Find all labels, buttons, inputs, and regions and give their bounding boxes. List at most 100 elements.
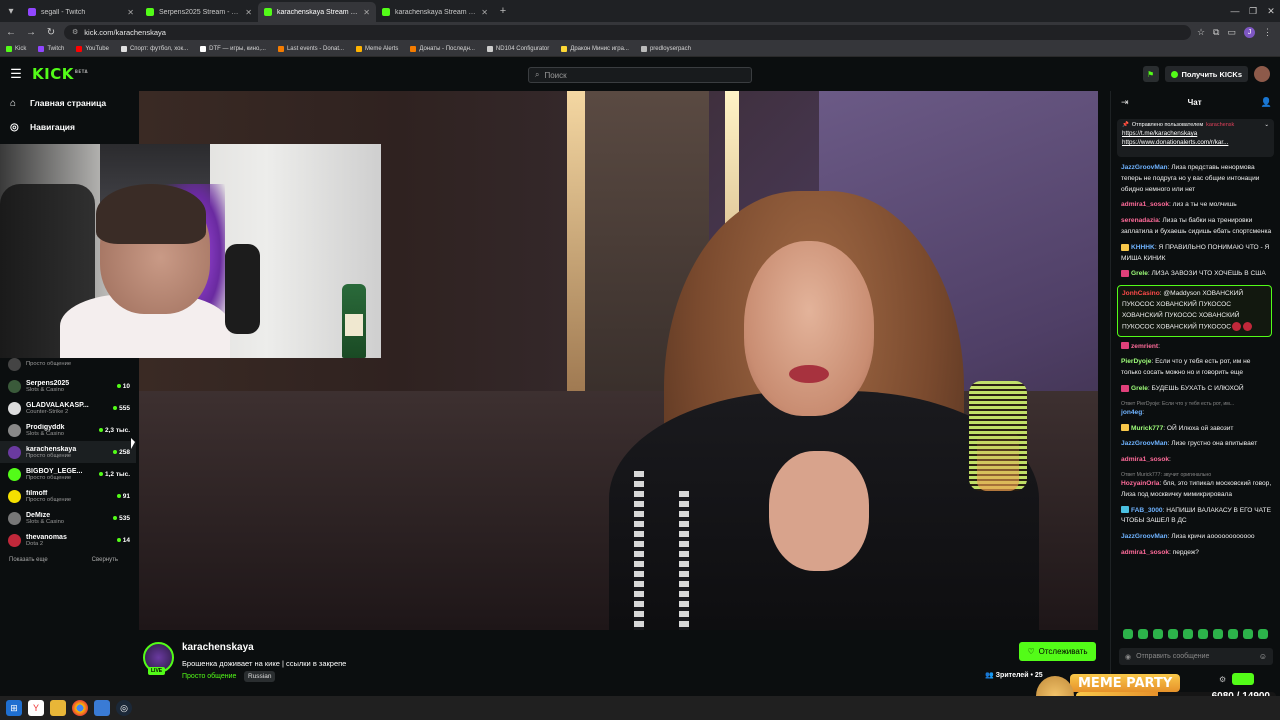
tab-close-icon[interactable]: ✕ [127, 8, 134, 17]
back-icon[interactable]: ← [4, 27, 18, 38]
close-window-icon[interactable]: ✕ [1262, 0, 1280, 22]
minimize-icon[interactable]: — [1226, 0, 1244, 22]
show-more-link[interactable]: Показать еще [9, 557, 48, 563]
emote-icon[interactable] [1138, 629, 1148, 639]
bookmark-item[interactable]: Kick [6, 46, 26, 52]
chat-username[interactable]: admira1_sosok [1121, 549, 1169, 556]
stream-tag[interactable]: Russian [244, 671, 276, 682]
pinned-link[interactable]: https://www.donationalerts.com/r/kar... [1122, 139, 1269, 146]
bookmark-item[interactable]: Дракон Минис игра... [561, 46, 629, 52]
bookmark-item[interactable]: Meme Alerts [356, 46, 398, 52]
chat-username[interactable]: admira1_sosok [1121, 201, 1169, 208]
rewards-icon[interactable]: ⚑ [1142, 66, 1159, 82]
bookmark-item[interactable]: YouTube [76, 46, 109, 52]
chat-username[interactable]: Murick777 [1131, 425, 1163, 432]
emote-icon[interactable] [1153, 629, 1163, 639]
emote-icon[interactable] [1123, 629, 1133, 639]
chat-username[interactable]: JazzGroovMan [1121, 533, 1168, 540]
chevron-down-icon[interactable]: ⌄ [1264, 122, 1269, 128]
new-tab-icon[interactable]: + [494, 5, 512, 17]
bookmark-item[interactable]: Донаты - Последн... [410, 46, 475, 52]
stream-category[interactable]: Просто общение [182, 673, 236, 680]
url-field[interactable]: ⚙ kick.com/karachenskaya [64, 24, 1191, 40]
nav-browse[interactable]: ◎ Навигация [0, 115, 136, 139]
chat-text: : лиз а ты че молчишь [1169, 201, 1237, 209]
collapse-link[interactable]: Свернуть [92, 557, 118, 563]
chat-username[interactable]: JazzGroovMan [1121, 440, 1168, 447]
get-kicks-button[interactable]: Получить KICKs [1164, 66, 1248, 82]
reload-icon[interactable]: ↻ [44, 27, 58, 38]
streamer-name[interactable]: karachenskaya [182, 642, 254, 653]
tab-close-icon[interactable]: ✕ [363, 8, 370, 17]
browser-tab[interactable]: karachenskaya Stream - Watch ✕ [376, 2, 494, 22]
sidebar-channel[interactable]: BIGBOY_LEGE... Просто общение 1,2 тыс. [0, 463, 136, 485]
chat-users-icon[interactable]: 👤 [1261, 97, 1272, 108]
emote-icon[interactable] [1243, 629, 1253, 639]
sidebar-channel[interactable]: karachenskaya Просто общение 258 [0, 441, 136, 463]
extensions-icon[interactable]: ⧉ [1213, 27, 1219, 38]
chat-username[interactable]: serenadazia [1121, 217, 1159, 224]
search-input[interactable]: ⌕ Поиск [528, 67, 752, 83]
collapse-chat-icon[interactable]: ⇥ [1121, 97, 1129, 108]
profile-avatar[interactable]: J [1244, 26, 1255, 38]
sidebar-channel[interactable]: filmoff Просто общение 91 [0, 485, 136, 507]
emote-icon[interactable] [1168, 629, 1178, 639]
chat-username[interactable]: PierDyoje [1121, 358, 1151, 365]
maximize-icon[interactable]: ❐ [1244, 0, 1262, 22]
emoji-picker-icon[interactable]: ☺ [1259, 652, 1267, 661]
chat-username[interactable]: KHHHK [1131, 244, 1155, 251]
tab-close-icon[interactable]: ✕ [245, 8, 252, 17]
yandex-browser-icon[interactable]: Y [28, 700, 44, 716]
browser-tab[interactable]: karachenskaya Stream - Watch ✕ [258, 2, 376, 22]
bookmark-item[interactable]: ND104 Configurator [486, 46, 549, 52]
tab-menu-icon[interactable]: ▾ [0, 0, 22, 22]
sidebar-channel[interactable]: Prodigyddk Slots & Casino 2,3 тыс. [0, 419, 136, 441]
bookmark-star-icon[interactable]: ☆ [1197, 27, 1205, 38]
chat-username[interactable]: HozyainOrla [1121, 480, 1159, 487]
site-info-icon[interactable]: ⚙ [72, 28, 78, 36]
bookmark-item[interactable]: Last events - Donat... [277, 46, 344, 52]
pinned-message[interactable]: 📌 Отправлено пользователем karachensk ⌄ … [1117, 119, 1274, 157]
bookmark-item[interactable]: predloyserpach [640, 46, 691, 52]
emote-icon[interactable] [1228, 629, 1238, 639]
chrome-icon[interactable] [72, 700, 88, 716]
user-avatar[interactable] [1254, 66, 1270, 82]
nav-home[interactable]: ⌂ Главная страница [0, 91, 136, 115]
chat-username[interactable]: jon4eg [1121, 409, 1142, 416]
chat-username[interactable]: JonhCasino [1122, 290, 1160, 297]
emote-icon[interactable] [1183, 629, 1193, 639]
chat-username[interactable]: admira1_sosok [1121, 456, 1169, 463]
bookmark-item[interactable]: DTF — игры, кино,... [200, 46, 266, 52]
calculator-icon[interactable] [94, 700, 110, 716]
chat-input[interactable]: ◉ Отправить сообщение ☺ [1119, 648, 1273, 665]
chat-username[interactable]: FAB_3000 [1131, 507, 1163, 514]
kick-logo[interactable]: KICKBETA [32, 65, 88, 83]
browser-tab[interactable]: segall - Twitch ✕ [22, 2, 140, 22]
file-explorer-icon[interactable] [50, 700, 66, 716]
chat-username[interactable]: Grele [1131, 270, 1148, 277]
sidepanel-icon[interactable]: ▭ [1227, 27, 1236, 38]
windows-start-icon[interactable]: ⊞ [6, 700, 22, 716]
bookmark-label: Донаты - Последн... [419, 46, 475, 52]
sidebar-channel[interactable]: Serpens2025 Slots & Casino 10 [0, 375, 136, 397]
chat-username[interactable]: Grele [1131, 385, 1148, 392]
steam-icon[interactable]: ◎ [116, 700, 132, 716]
sidebar-channel[interactable]: thevanomas Dota 2 14 [0, 529, 136, 551]
bookmark-item[interactable]: Спорт: футбол, хок... [120, 46, 188, 52]
browser-menu-icon[interactable]: ⋮ [1263, 27, 1272, 38]
menu-icon[interactable]: ☰ [0, 66, 32, 82]
pinned-link[interactable]: https://t.me/karachenskaya [1122, 130, 1269, 137]
sidebar-channel[interactable]: DeMize Slots & Casino 535 [0, 507, 136, 529]
forward-icon[interactable]: → [24, 27, 38, 38]
follow-button[interactable]: ♡ Отслеживать [1019, 642, 1096, 661]
bookmark-item[interactable]: Twitch [38, 46, 64, 52]
emote-icon[interactable] [1198, 629, 1208, 639]
emote-icon[interactable] [1258, 629, 1268, 639]
chat-username[interactable]: zemrient [1131, 343, 1158, 350]
sidebar-channel[interactable]: GLADVALAKASP... Counter-Strike 2 555 [0, 397, 136, 419]
pinned-user[interactable]: karachensk [1206, 122, 1234, 128]
chat-username[interactable]: JazzGroovMan [1121, 164, 1168, 171]
emote-icon[interactable] [1213, 629, 1223, 639]
tab-close-icon[interactable]: ✕ [481, 8, 488, 17]
browser-tab[interactable]: Serpens2025 Stream - Watch Liv ✕ [140, 2, 258, 22]
